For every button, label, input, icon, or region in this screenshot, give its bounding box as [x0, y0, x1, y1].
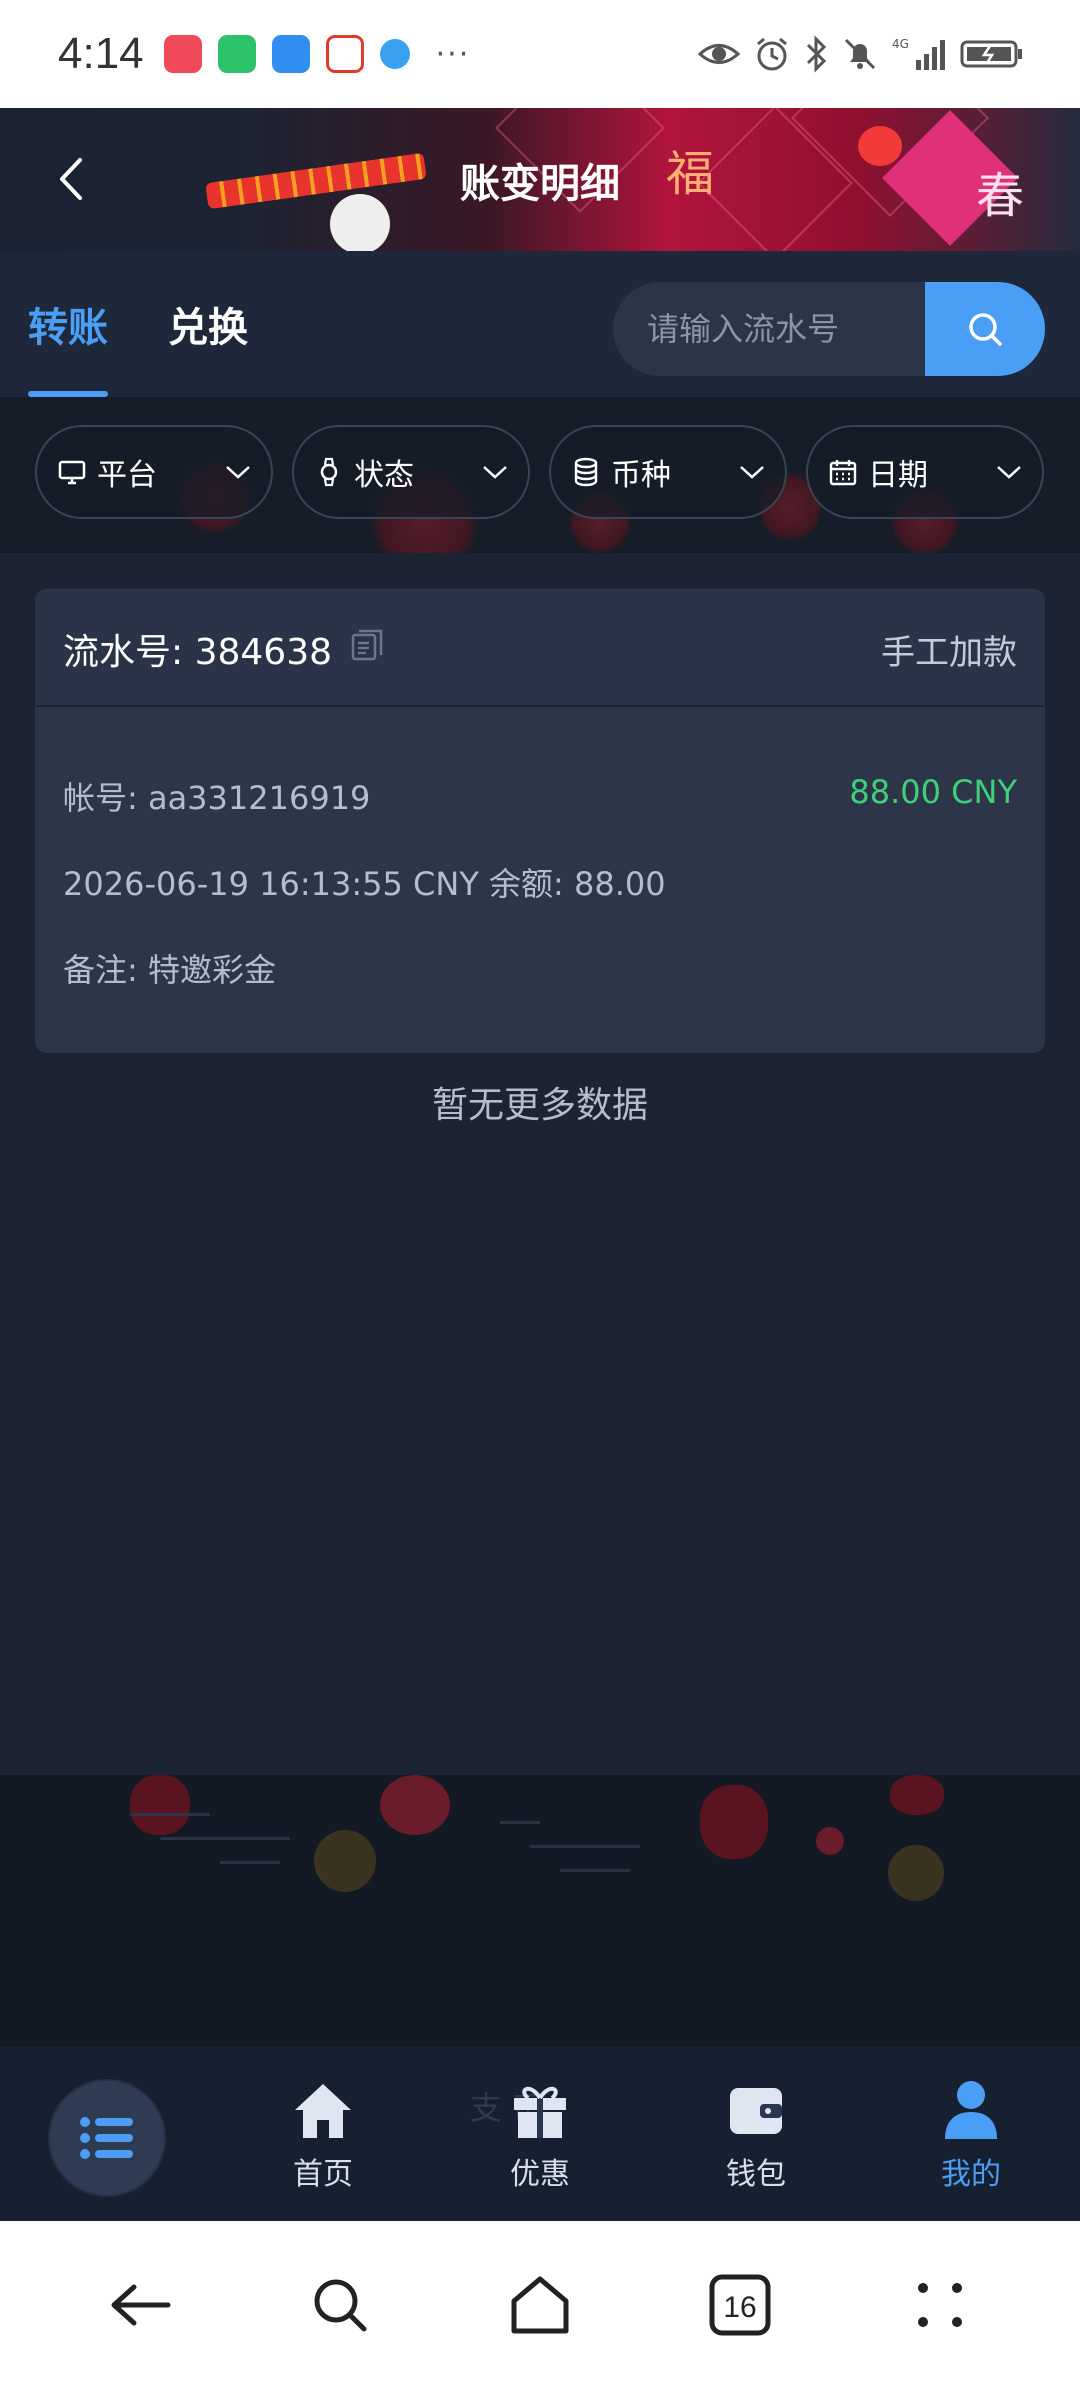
cloud-line-decoration — [160, 1837, 290, 1840]
cloud-line-decoration — [130, 1813, 210, 1816]
search-bar — [613, 282, 1045, 376]
cloud-line-decoration — [530, 1845, 640, 1848]
chevron-down-icon — [483, 466, 507, 479]
menu-button[interactable] — [50, 2081, 164, 2195]
system-tabs-button[interactable]: 16 — [695, 2260, 785, 2350]
monitor-icon — [57, 457, 87, 487]
system-menu-button[interactable] — [895, 2260, 985, 2350]
system-search-button[interactable] — [295, 2260, 385, 2350]
filter-currency-label: 币种 — [611, 458, 671, 493]
system-back-button[interactable] — [95, 2260, 185, 2350]
chevron-down-icon — [226, 466, 250, 479]
tabs-count-icon: 16 — [709, 2274, 771, 2335]
list-menu-icon — [80, 2117, 133, 2159]
signal-icon: 4G — [892, 37, 945, 70]
search-icon — [314, 2279, 367, 2331]
transaction-amount: 88.00 CNY — [849, 773, 1017, 811]
filter-bar: 平台 状态 币种 日期 — [0, 397, 1080, 553]
mute-icon — [844, 38, 876, 70]
chevron-down-icon — [740, 466, 764, 479]
nav-wallet[interactable]: 钱包 — [686, 2077, 826, 2193]
page-title: 账变明细 — [460, 160, 620, 207]
chevron-down-icon — [997, 466, 1021, 479]
nav-mine[interactable]: 我的 — [901, 2077, 1041, 2193]
red-bag-app-icon — [163, 35, 202, 73]
serial-search-input[interactable] — [613, 282, 925, 376]
nav-home[interactable]: 首页 — [253, 2077, 393, 2193]
watch-icon — [314, 457, 344, 487]
bluetooth-icon — [806, 35, 827, 73]
wallet-icon — [686, 2077, 826, 2143]
cloud-line-decoration — [220, 1861, 280, 1864]
eye-icon — [698, 44, 740, 64]
nav-home-label: 首页 — [293, 2157, 353, 2192]
serial-number: 流水号: 384638 — [63, 632, 332, 673]
weather-app-icon — [325, 35, 364, 73]
home-outline-icon — [511, 2276, 569, 2333]
wechat-app-icon — [217, 35, 256, 73]
message-app-icon — [271, 35, 310, 73]
svg-text:4G: 4G — [892, 37, 909, 51]
cloud-line-decoration — [560, 1869, 630, 1872]
filter-date-label: 日期 — [868, 458, 928, 493]
system-navigation-bar: 16 — [0, 2221, 1080, 2388]
filter-status-label: 状态 — [354, 458, 414, 493]
tab-exchange[interactable]: 兑换 — [168, 295, 248, 353]
status-app-icons: ··· — [163, 35, 471, 73]
gift-icon — [470, 2077, 610, 2143]
page-header: 福 春 账变明细 — [0, 108, 1080, 251]
festive-footer-decoration — [0, 1775, 1080, 2047]
account-text: 帐号: aa331216919 — [63, 779, 371, 817]
back-button[interactable] — [36, 144, 106, 214]
search-icon — [969, 313, 1002, 346]
cloud-line-decoration — [500, 1821, 540, 1824]
status-bar: 4:14 ··· 4G — [0, 0, 1080, 108]
alarm-icon — [757, 37, 787, 71]
nav-wallet-label: 钱包 — [726, 2157, 786, 2192]
system-home-button[interactable] — [495, 2260, 585, 2350]
no-more-data-text: 暂无更多数据 — [431, 1085, 648, 1126]
coin-flower-decoration — [888, 1845, 944, 1901]
browser-app-icon — [379, 39, 410, 69]
filter-date[interactable]: 日期 — [806, 425, 1044, 519]
chevron-left-icon — [60, 158, 82, 200]
nav-mine-label: 我的 — [941, 2157, 1001, 2192]
search-button[interactable] — [925, 282, 1045, 376]
svg-text:16: 16 — [723, 2291, 756, 2324]
home-icon — [253, 2077, 393, 2143]
datetime-balance-text: 2026-06-19 16:13:55 CNY 余额: 88.00 — [63, 865, 666, 903]
battery-icon — [960, 40, 1022, 68]
remark-text: 备注: 特邀彩金 — [63, 951, 276, 989]
copy-icon[interactable] — [349, 627, 385, 667]
flower-decoration — [816, 1827, 844, 1855]
flower-decoration — [380, 1775, 450, 1835]
transaction-type: 手工加款 — [881, 633, 1017, 673]
tab-transfer[interactable]: 转账 — [28, 295, 108, 353]
bottom-navigation: 支 币 首页 优惠 钱包 我的 — [0, 2047, 1080, 2221]
status-time: 4:14 — [58, 29, 144, 78]
filter-currency[interactable]: 币种 — [549, 425, 787, 519]
filter-platform-label: 平台 — [97, 458, 157, 493]
coin-flower-decoration — [314, 1830, 376, 1892]
transaction-card[interactable]: 流水号: 384638 手工加款 帐号: aa331216919 88.00 C… — [35, 589, 1045, 1053]
dots-grid-icon — [918, 2282, 962, 2327]
arrow-left-icon — [111, 2284, 171, 2325]
status-indicators: 4G — [698, 35, 1024, 73]
lantern-decoration — [890, 1775, 944, 1815]
user-icon — [901, 2077, 1041, 2143]
database-icon — [571, 457, 601, 487]
nav-promotions[interactable]: 优惠 — [470, 2077, 610, 2193]
lantern-decoration — [130, 1775, 190, 1835]
filter-status[interactable]: 状态 — [292, 425, 530, 519]
nav-promotions-label: 优惠 — [510, 2157, 570, 2192]
more-notifications-icon: ··· — [435, 36, 471, 72]
calendar-icon — [828, 457, 858, 487]
lantern-decoration — [700, 1785, 768, 1859]
filter-platform[interactable]: 平台 — [35, 425, 273, 519]
transaction-card-header: 流水号: 384638 手工加款 — [35, 589, 1045, 707]
